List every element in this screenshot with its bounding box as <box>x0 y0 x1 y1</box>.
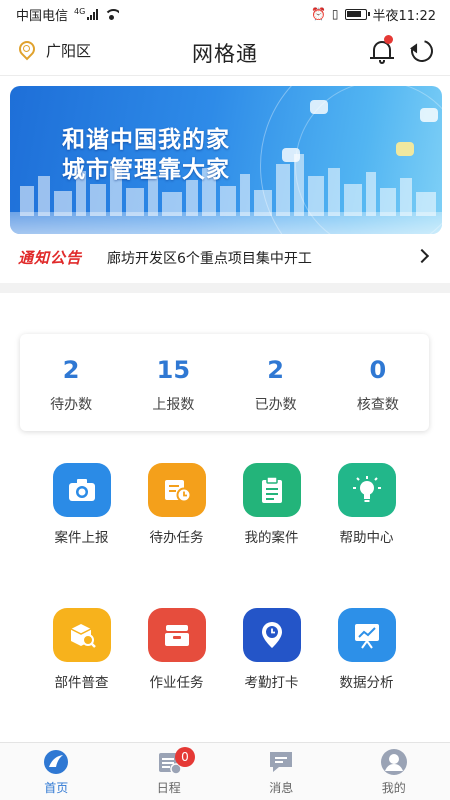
stat-value: 2 <box>62 356 80 384</box>
func-label: 待办任务 <box>149 530 204 546</box>
carrier-label: 中国电信 <box>16 8 69 24</box>
wifi-icon <box>104 8 120 20</box>
chevron-right-icon[interactable] <box>414 248 430 264</box>
message-icon <box>266 749 296 775</box>
bottom-tab-bar: 首页 日程 消息 我的 0 <box>0 742 450 800</box>
stat-label: 上报数 <box>152 397 195 413</box>
func-case-report[interactable]: 案件上报 <box>34 463 129 546</box>
banner-slogan-2: 城市管理靠大家 <box>62 157 230 183</box>
home-icon <box>41 749 71 775</box>
status-right: ⏰ ▯ 半夜11:22 <box>311 5 436 24</box>
tab-schedule[interactable]: 日程 <box>113 743 226 800</box>
stat-done[interactable]: 2 已办数 <box>225 334 327 431</box>
location-label: 广阳区 <box>46 42 92 60</box>
section-divider <box>0 283 450 293</box>
func-data-analysis[interactable]: 数据分析 <box>319 608 414 691</box>
location-pin-icon <box>18 41 34 61</box>
func-label: 考勤打卡 <box>244 675 299 691</box>
battery-icon <box>344 8 370 20</box>
tab-profile[interactable]: 我的 <box>338 743 450 800</box>
tab-messages[interactable]: 消息 <box>225 743 338 800</box>
lightbulb-icon <box>337 463 396 517</box>
banner-carousel[interactable]: 和谐中国我的家 城市管理靠大家 <box>10 86 442 234</box>
tab-label: 消息 <box>269 781 294 795</box>
func-my-cases[interactable]: 我的案件 <box>224 463 319 546</box>
tab-label: 首页 <box>44 781 69 795</box>
status-left: 中国电信 4G <box>16 5 120 24</box>
bell-icon[interactable] <box>370 35 394 64</box>
stat-verify[interactable]: 0 核查数 <box>327 334 429 431</box>
notice-tag: 通知公告 <box>18 249 83 267</box>
func-pending-tasks[interactable]: 待办任务 <box>129 463 224 546</box>
notice-headline[interactable]: 廊坊开发区6个重点项目集中开工 <box>107 248 312 268</box>
location-selector[interactable]: 广阳区 <box>18 40 91 61</box>
user-icon <box>379 749 409 775</box>
network-label: 4G <box>74 6 86 16</box>
signal-icon <box>87 8 99 20</box>
stat-pending[interactable]: 2 待办数 <box>20 334 122 431</box>
stat-value: 2 <box>267 356 284 384</box>
function-grid: 案件上报 待办任务 我的案件 帮助中心 部件普查 作业任务 考勤打卡 数据分析 <box>34 463 414 691</box>
func-help-center[interactable]: 帮助中心 <box>319 463 414 546</box>
clock-pin-icon <box>242 608 301 662</box>
stat-label: 已办数 <box>254 397 297 413</box>
func-label: 帮助中心 <box>339 530 394 546</box>
func-label: 数据分析 <box>339 675 394 691</box>
tab-label: 我的 <box>381 781 406 795</box>
func-attendance[interactable]: 考勤打卡 <box>224 608 319 691</box>
func-work-tasks[interactable]: 作业任务 <box>129 608 224 691</box>
stats-card: 2 待办数 15 上报数 2 已办数 0 核查数 <box>20 334 429 431</box>
schedule-badge: 0 <box>175 747 195 767</box>
app-header: 广阳区 网格通 <box>0 28 450 76</box>
app-screen: 中国电信 4G ⏰ ▯ 半夜11:22 广阳区 网格通 和谐中国我的家 城市管理… <box>0 0 450 800</box>
func-label: 案件上报 <box>54 530 109 546</box>
refresh-icon[interactable] <box>406 35 438 67</box>
notice-bar[interactable]: 通知公告 廊坊开发区6个重点项目集中开工 <box>0 238 450 276</box>
stat-label: 待办数 <box>50 397 93 413</box>
stat-value: 0 <box>369 356 387 384</box>
box-search-icon <box>52 608 111 662</box>
tab-home[interactable]: 首页 <box>0 743 113 800</box>
banner-slogan-1: 和谐中国我的家 <box>62 127 230 153</box>
alarm-icon: ⏰ <box>310 7 326 21</box>
chart-board-icon <box>337 608 396 662</box>
vibrate-icon: ▯ <box>331 7 339 21</box>
status-bar: 中国电信 4G ⏰ ▯ 半夜11:22 <box>0 0 450 28</box>
func-label: 部件普查 <box>54 675 109 691</box>
stat-reported[interactable]: 15 上报数 <box>122 334 224 431</box>
stat-label: 核查数 <box>356 397 399 413</box>
func-label: 作业任务 <box>149 675 204 691</box>
notification-dot <box>384 35 393 44</box>
stat-value: 15 <box>156 356 191 384</box>
clock-label: 半夜11:22 <box>372 8 436 24</box>
func-label: 我的案件 <box>244 530 299 546</box>
clipboard-icon <box>242 463 301 517</box>
task-clock-icon <box>147 463 206 517</box>
tab-label: 日程 <box>156 781 181 795</box>
func-component-survey[interactable]: 部件普查 <box>34 608 129 691</box>
camera-icon <box>52 463 111 517</box>
toolbox-icon <box>147 608 206 662</box>
